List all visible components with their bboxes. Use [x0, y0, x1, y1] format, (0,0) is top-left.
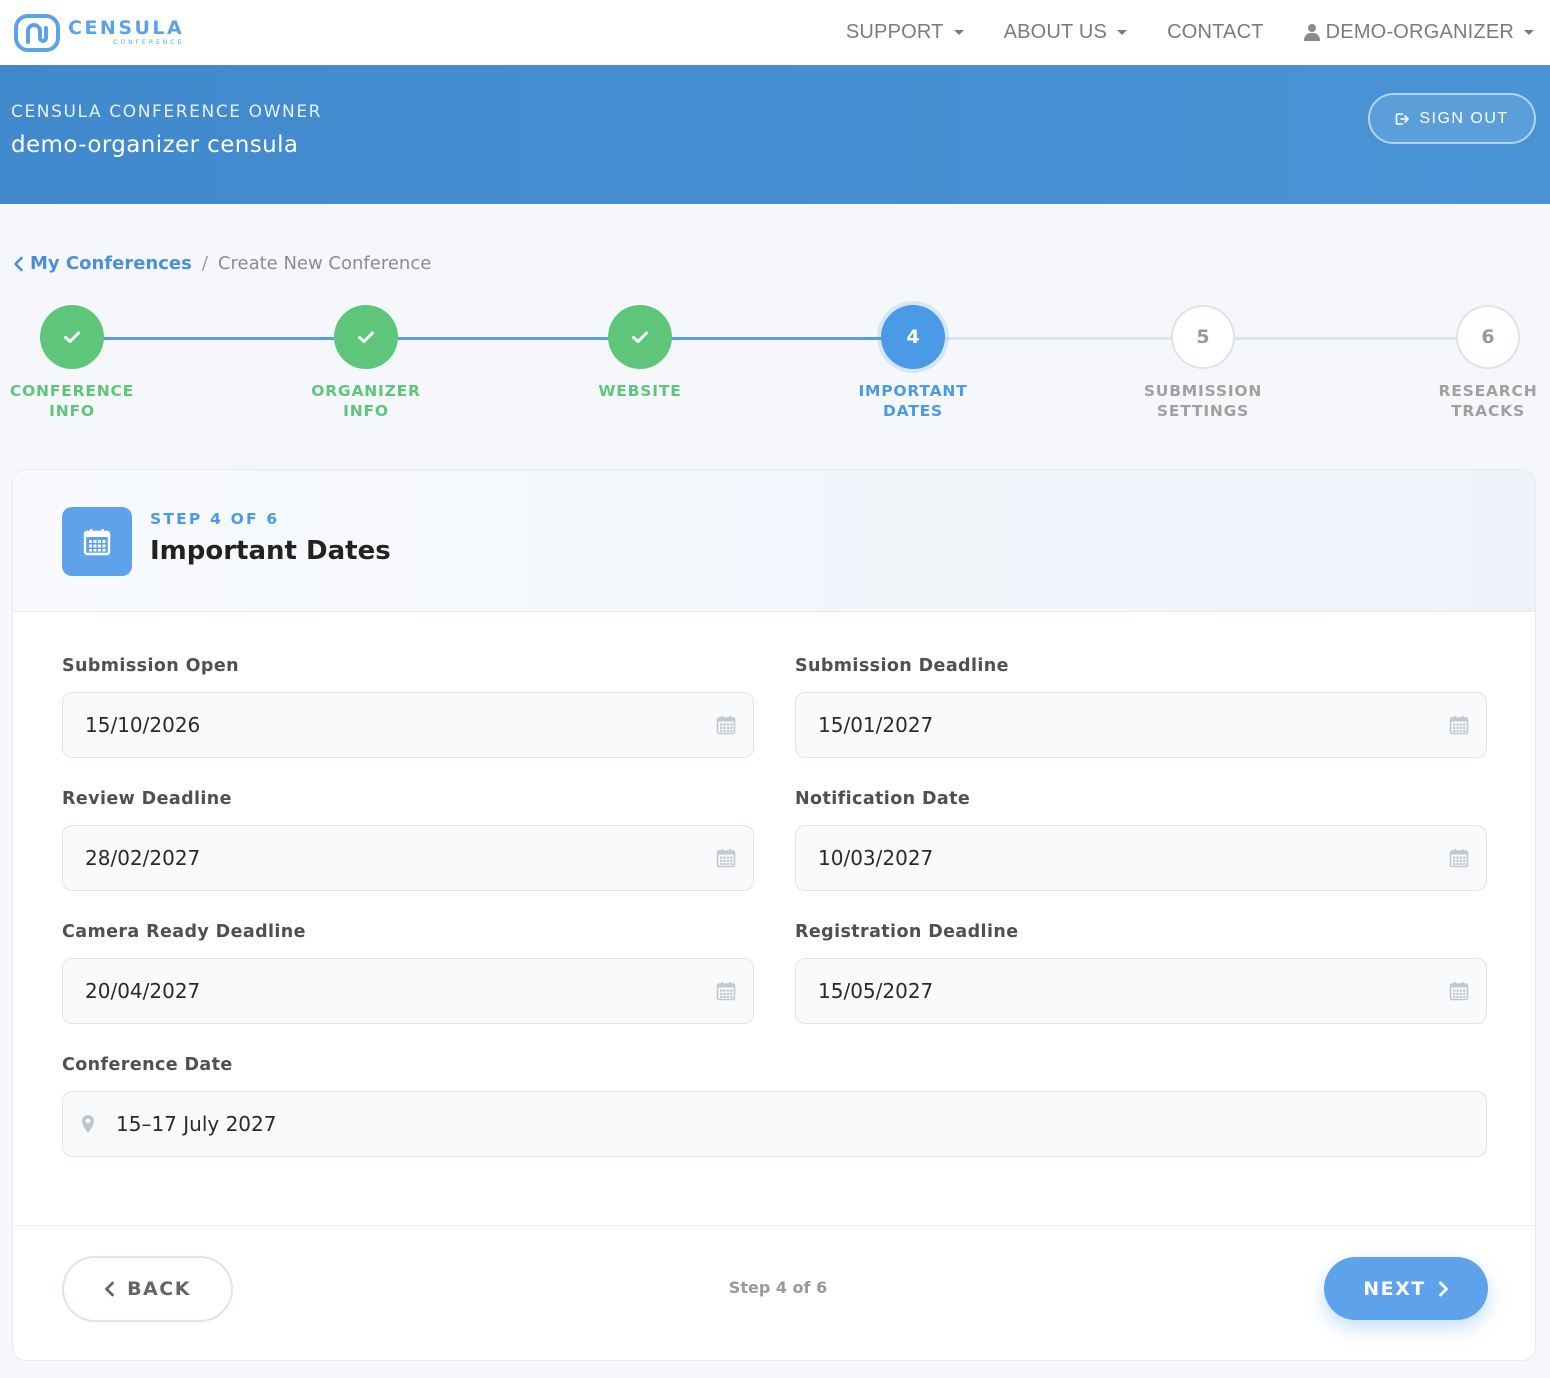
conference-date-field[interactable]: 15–17 July 2027	[62, 1091, 1487, 1157]
step-submission-settings[interactable]: 5 SUBMISSION SETTINGS	[1103, 300, 1303, 421]
submission-open-field[interactable]: 15/10/2026	[62, 692, 754, 758]
main-menu: SUPPORT ABOUT US CONTACT DEMO-ORGANIZER	[806, 0, 1536, 65]
nav-support-label: SUPPORT	[845, 21, 944, 43]
step-status-text: Step 4 of 6	[728, 1278, 828, 1297]
nav-contact-label: CONTACT	[1167, 21, 1264, 43]
nav-user-menu[interactable]: DEMO-ORGANIZER	[1303, 21, 1534, 44]
user-icon	[1303, 24, 1320, 41]
notification-date-label: Notification Date	[795, 789, 971, 809]
notification-date-field[interactable]: 10/03/2027	[795, 825, 1487, 891]
step-organizer-info[interactable]: ORGANIZER INFO	[266, 300, 466, 421]
conference-date-value: 15–17 July 2027	[116, 1112, 277, 1136]
step-important-dates[interactable]: 4 IMPORTANT DATES	[813, 300, 1013, 421]
sign-out-icon	[1396, 112, 1410, 125]
step-3-label: WEBSITE	[598, 382, 682, 400]
user-full-name: demo-organizer censula	[11, 132, 299, 158]
important-dates-card: STEP 4 OF 6 Important Dates Submission O…	[12, 469, 1536, 1361]
step-website[interactable]: WEBSITE	[540, 300, 740, 401]
chevron-down-icon	[953, 30, 964, 35]
censula-logo-icon	[14, 13, 60, 52]
user-role: CENSULA CONFERENCE OWNER	[11, 102, 323, 122]
card-header: STEP 4 OF 6 Important Dates	[13, 470, 1535, 612]
nav-about-us[interactable]: ABOUT US	[1003, 21, 1128, 44]
submission-deadline-value: 15/01/2027	[818, 713, 934, 737]
step-2-label: ORGANIZER INFO	[311, 382, 421, 420]
registration-deadline-value: 15/05/2027	[818, 979, 934, 1003]
sign-out-label: SIGN OUT	[1419, 109, 1509, 127]
back-button-label: BACK	[127, 1278, 191, 1300]
nav-about-us-label: ABOUT US	[1003, 21, 1108, 43]
brand-wordmark: CENSULA CONFERENCE	[68, 19, 184, 46]
camera-ready-deadline-label: Camera Ready Deadline	[62, 922, 306, 942]
chevron-left-icon	[105, 1281, 114, 1297]
registration-deadline-field[interactable]: 15/05/2027	[795, 958, 1487, 1024]
calendar-icon[interactable]	[1449, 848, 1469, 868]
account-banner: CENSULA CONFERENCE OWNER demo-organizer …	[0, 65, 1550, 204]
step-5-circle: 5	[1171, 305, 1235, 369]
top-navbar: CENSULA CONFERENCE SUPPORT ABOUT US CONT…	[0, 0, 1550, 65]
breadcrumb-back-label: My Conferences	[30, 253, 192, 274]
check-icon	[632, 331, 648, 343]
step-5-label: SUBMISSION SETTINGS	[1143, 382, 1263, 420]
step-1-circle	[40, 305, 104, 369]
nav-user-label: DEMO-ORGANIZER	[1325, 21, 1514, 43]
calendar-icon[interactable]	[1449, 715, 1469, 735]
conference-date-label: Conference Date	[62, 1055, 233, 1075]
camera-ready-deadline-field[interactable]: 20/04/2027	[62, 958, 754, 1024]
chevron-left-icon	[14, 256, 23, 271]
sign-out-button[interactable]: SIGN OUT	[1368, 93, 1536, 144]
nav-support[interactable]: SUPPORT	[846, 21, 964, 44]
camera-ready-deadline-value: 20/04/2027	[85, 979, 201, 1003]
step-6-circle: 6	[1456, 305, 1520, 369]
calendar-icon	[62, 507, 132, 576]
next-button-label: NEXT	[1363, 1277, 1426, 1300]
calendar-icon[interactable]	[716, 848, 736, 868]
submission-open-label: Submission Open	[62, 656, 239, 676]
brand-logo[interactable]: CENSULA CONFERENCE	[14, 13, 184, 52]
breadcrumb-separator: /	[201, 253, 208, 274]
progress-stepper: CONFERENCE INFO ORGANIZER INFO WEBSITE 4 I…	[0, 300, 1550, 430]
step-research-tracks[interactable]: 6 RESEARCH TRACKS	[1388, 300, 1550, 421]
chevron-down-icon	[1524, 30, 1534, 35]
notification-date-value: 10/03/2027	[818, 846, 934, 870]
brand-name: CENSULA	[68, 17, 185, 39]
calendar-icon[interactable]	[716, 715, 736, 735]
registration-deadline-label: Registration Deadline	[795, 922, 1019, 942]
step-conference-info[interactable]: CONFERENCE INFO	[0, 300, 172, 421]
nav-contact[interactable]: CONTACT	[1167, 21, 1264, 44]
location-pin-icon	[82, 1115, 94, 1133]
breadcrumb: My Conferences / Create New Conference	[13, 253, 431, 274]
brand-tagline: CONFERENCE	[113, 39, 185, 46]
review-deadline-value: 28/02/2027	[85, 846, 201, 870]
review-deadline-field[interactable]: 28/02/2027	[62, 825, 754, 891]
submission-deadline-field[interactable]: 15/01/2027	[795, 692, 1487, 758]
back-button[interactable]: BACK	[62, 1256, 233, 1322]
breadcrumb-my-conferences[interactable]: My Conferences	[13, 253, 192, 274]
check-icon	[358, 331, 374, 343]
calendar-icon[interactable]	[1449, 981, 1469, 1001]
step-4-circle: 4	[881, 305, 945, 369]
card-step-indicator: STEP 4 OF 6	[150, 510, 280, 528]
check-icon	[64, 331, 80, 343]
chevron-right-icon	[1438, 1281, 1448, 1296]
review-deadline-label: Review Deadline	[62, 789, 232, 809]
chevron-down-icon	[1117, 30, 1128, 35]
step-3-circle	[608, 305, 672, 369]
submission-open-value: 15/10/2026	[85, 713, 201, 737]
step-6-label: RESEARCH TRACKS	[1438, 382, 1538, 420]
next-button[interactable]: NEXT	[1324, 1257, 1488, 1320]
calendar-icon[interactable]	[716, 981, 736, 1001]
card-title: Important Dates	[150, 536, 391, 566]
breadcrumb-current: Create New Conference	[217, 253, 432, 274]
card-footer: BACK Step 4 of 6 NEXT	[13, 1225, 1535, 1360]
step-1-label: CONFERENCE INFO	[9, 382, 135, 420]
step-2-circle	[334, 305, 398, 369]
submission-deadline-label: Submission Deadline	[795, 656, 1009, 676]
step-4-label: IMPORTANT DATES	[858, 382, 968, 420]
